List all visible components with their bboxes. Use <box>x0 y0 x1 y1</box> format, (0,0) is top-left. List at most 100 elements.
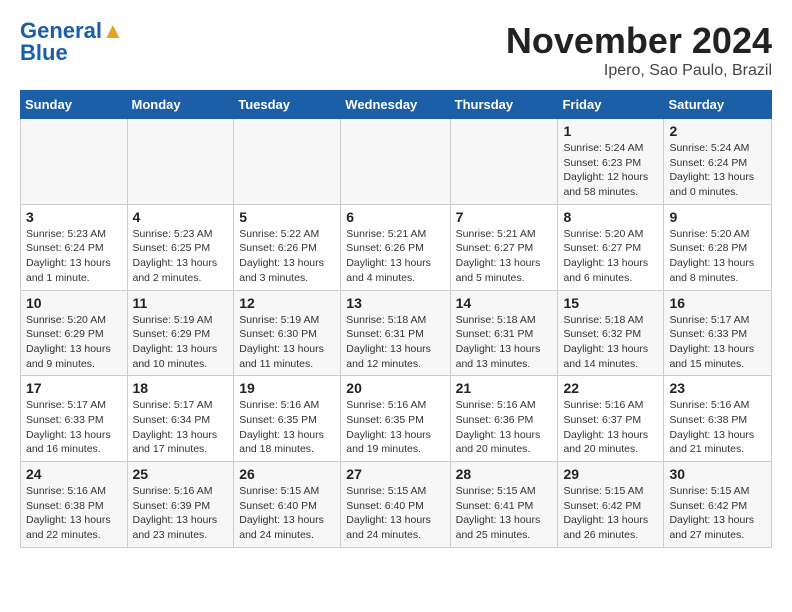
calendar-table: SundayMondayTuesdayWednesdayThursdayFrid… <box>20 90 772 548</box>
day-info: Sunrise: 5:20 AM Sunset: 6:29 PM Dayligh… <box>26 313 122 372</box>
weekday-header-saturday: Saturday <box>664 91 772 119</box>
calendar-cell: 28 Sunrise: 5:15 AM Sunset: 6:41 PM Dayli… <box>450 462 558 548</box>
day-number: 5 <box>239 209 335 225</box>
weekday-header-row: SundayMondayTuesdayWednesdayThursdayFrid… <box>21 91 772 119</box>
day-number: 18 <box>133 380 229 396</box>
day-number: 7 <box>456 209 553 225</box>
day-number: 28 <box>456 466 553 482</box>
day-number: 12 <box>239 295 335 311</box>
day-info: Sunrise: 5:20 AM Sunset: 6:28 PM Dayligh… <box>669 227 766 286</box>
day-info: Sunrise: 5:16 AM Sunset: 6:38 PM Dayligh… <box>669 398 766 457</box>
calendar-cell: 25 Sunrise: 5:16 AM Sunset: 6:39 PM Dayli… <box>127 462 234 548</box>
day-info: Sunrise: 5:24 AM Sunset: 6:24 PM Dayligh… <box>669 141 766 200</box>
day-info: Sunrise: 5:22 AM Sunset: 6:26 PM Dayligh… <box>239 227 335 286</box>
day-number: 21 <box>456 380 553 396</box>
calendar-cell: 19 Sunrise: 5:16 AM Sunset: 6:35 PM Dayli… <box>234 376 341 462</box>
day-number: 15 <box>563 295 658 311</box>
calendar-cell: 18 Sunrise: 5:17 AM Sunset: 6:34 PM Dayli… <box>127 376 234 462</box>
weekday-header-tuesday: Tuesday <box>234 91 341 119</box>
day-info: Sunrise: 5:17 AM Sunset: 6:33 PM Dayligh… <box>26 398 122 457</box>
week-row-1: 1Sunrise: 5:24 AM Sunset: 6:23 PM Daylig… <box>21 119 772 205</box>
calendar-cell <box>450 119 558 205</box>
calendar-cell: 3 Sunrise: 5:23 AM Sunset: 6:24 PM Daylig… <box>21 204 128 290</box>
day-info: Sunrise: 5:17 AM Sunset: 6:34 PM Dayligh… <box>133 398 229 457</box>
calendar-cell: 23Sunrise: 5:16 AM Sunset: 6:38 PM Dayli… <box>664 376 772 462</box>
calendar-cell: 17 Sunrise: 5:17 AM Sunset: 6:33 PM Dayli… <box>21 376 128 462</box>
day-info: Sunrise: 5:23 AM Sunset: 6:24 PM Dayligh… <box>26 227 122 286</box>
day-number: 25 <box>133 466 229 482</box>
day-number: 4 <box>133 209 229 225</box>
day-info: Sunrise: 5:15 AM Sunset: 6:41 PM Dayligh… <box>456 484 553 543</box>
day-number: 20 <box>346 380 444 396</box>
day-number: 29 <box>563 466 658 482</box>
day-info: Sunrise: 5:16 AM Sunset: 6:35 PM Dayligh… <box>346 398 444 457</box>
day-number: 3 <box>26 209 122 225</box>
day-info: Sunrise: 5:15 AM Sunset: 6:40 PM Dayligh… <box>346 484 444 543</box>
day-info: Sunrise: 5:15 AM Sunset: 6:42 PM Dayligh… <box>563 484 658 543</box>
calendar-cell: 16 Sunrise: 5:17 AM Sunset: 6:33 PM Dayli… <box>664 290 772 376</box>
calendar-cell: 2 Sunrise: 5:24 AM Sunset: 6:24 PM Daylig… <box>664 119 772 205</box>
day-number: 13 <box>346 295 444 311</box>
weekday-header-monday: Monday <box>127 91 234 119</box>
calendar-cell <box>234 119 341 205</box>
header: General▲ Blue November 2024 Ipero, Sao P… <box>20 20 772 80</box>
day-info: Sunrise: 5:19 AM Sunset: 6:30 PM Dayligh… <box>239 313 335 372</box>
day-number: 27 <box>346 466 444 482</box>
calendar-cell: 1Sunrise: 5:24 AM Sunset: 6:23 PM Daylig… <box>558 119 664 205</box>
week-row-3: 10 Sunrise: 5:20 AM Sunset: 6:29 PM Dayli… <box>21 290 772 376</box>
day-info: Sunrise: 5:16 AM Sunset: 6:35 PM Dayligh… <box>239 398 335 457</box>
weekday-header-thursday: Thursday <box>450 91 558 119</box>
day-info: Sunrise: 5:21 AM Sunset: 6:27 PM Dayligh… <box>456 227 553 286</box>
logo-text: General▲ <box>20 20 124 42</box>
weekday-header-wednesday: Wednesday <box>341 91 450 119</box>
calendar-cell <box>21 119 128 205</box>
calendar-cell: 27 Sunrise: 5:15 AM Sunset: 6:40 PM Dayli… <box>341 462 450 548</box>
day-info: Sunrise: 5:16 AM Sunset: 6:39 PM Dayligh… <box>133 484 229 543</box>
day-number: 17 <box>26 380 122 396</box>
calendar-cell: 20 Sunrise: 5:16 AM Sunset: 6:35 PM Dayli… <box>341 376 450 462</box>
day-info: Sunrise: 5:18 AM Sunset: 6:31 PM Dayligh… <box>346 313 444 372</box>
day-number: 16 <box>669 295 766 311</box>
day-info: Sunrise: 5:15 AM Sunset: 6:40 PM Dayligh… <box>239 484 335 543</box>
calendar-cell: 14Sunrise: 5:18 AM Sunset: 6:31 PM Dayli… <box>450 290 558 376</box>
day-info: Sunrise: 5:20 AM Sunset: 6:27 PM Dayligh… <box>563 227 658 286</box>
day-number: 10 <box>26 295 122 311</box>
day-info: Sunrise: 5:15 AM Sunset: 6:42 PM Dayligh… <box>669 484 766 543</box>
day-info: Sunrise: 5:16 AM Sunset: 6:37 PM Dayligh… <box>563 398 658 457</box>
calendar-cell: 26 Sunrise: 5:15 AM Sunset: 6:40 PM Dayli… <box>234 462 341 548</box>
week-row-2: 3 Sunrise: 5:23 AM Sunset: 6:24 PM Daylig… <box>21 204 772 290</box>
calendar-cell <box>127 119 234 205</box>
day-info: Sunrise: 5:23 AM Sunset: 6:25 PM Dayligh… <box>133 227 229 286</box>
weekday-header-sunday: Sunday <box>21 91 128 119</box>
day-number: 6 <box>346 209 444 225</box>
calendar-cell: 5 Sunrise: 5:22 AM Sunset: 6:26 PM Daylig… <box>234 204 341 290</box>
logo-blue: Blue <box>20 42 68 64</box>
month-title: November 2024 <box>506 20 772 62</box>
weekday-header-friday: Friday <box>558 91 664 119</box>
day-number: 19 <box>239 380 335 396</box>
day-info: Sunrise: 5:24 AM Sunset: 6:23 PM Dayligh… <box>563 141 658 200</box>
day-number: 2 <box>669 123 766 139</box>
calendar-cell: 10 Sunrise: 5:20 AM Sunset: 6:29 PM Dayli… <box>21 290 128 376</box>
day-number: 14 <box>456 295 553 311</box>
calendar-cell: 24 Sunrise: 5:16 AM Sunset: 6:38 PM Dayli… <box>21 462 128 548</box>
day-info: Sunrise: 5:16 AM Sunset: 6:36 PM Dayligh… <box>456 398 553 457</box>
calendar-cell: 30Sunrise: 5:15 AM Sunset: 6:42 PM Dayli… <box>664 462 772 548</box>
calendar-cell: 9Sunrise: 5:20 AM Sunset: 6:28 PM Daylig… <box>664 204 772 290</box>
day-number: 8 <box>563 209 658 225</box>
calendar-cell: 12 Sunrise: 5:19 AM Sunset: 6:30 PM Dayli… <box>234 290 341 376</box>
calendar-cell: 29 Sunrise: 5:15 AM Sunset: 6:42 PM Dayli… <box>558 462 664 548</box>
calendar-cell: 7 Sunrise: 5:21 AM Sunset: 6:27 PM Daylig… <box>450 204 558 290</box>
day-number: 26 <box>239 466 335 482</box>
calendar-cell: 21 Sunrise: 5:16 AM Sunset: 6:36 PM Dayli… <box>450 376 558 462</box>
day-number: 22 <box>563 380 658 396</box>
day-number: 11 <box>133 295 229 311</box>
day-info: Sunrise: 5:16 AM Sunset: 6:38 PM Dayligh… <box>26 484 122 543</box>
calendar-cell: 4 Sunrise: 5:23 AM Sunset: 6:25 PM Daylig… <box>127 204 234 290</box>
week-row-4: 17 Sunrise: 5:17 AM Sunset: 6:33 PM Dayli… <box>21 376 772 462</box>
day-info: Sunrise: 5:18 AM Sunset: 6:32 PM Dayligh… <box>563 313 658 372</box>
location: Ipero, Sao Paulo, Brazil <box>506 62 772 80</box>
day-info: Sunrise: 5:17 AM Sunset: 6:33 PM Dayligh… <box>669 313 766 372</box>
day-number: 24 <box>26 466 122 482</box>
week-row-5: 24 Sunrise: 5:16 AM Sunset: 6:38 PM Dayli… <box>21 462 772 548</box>
